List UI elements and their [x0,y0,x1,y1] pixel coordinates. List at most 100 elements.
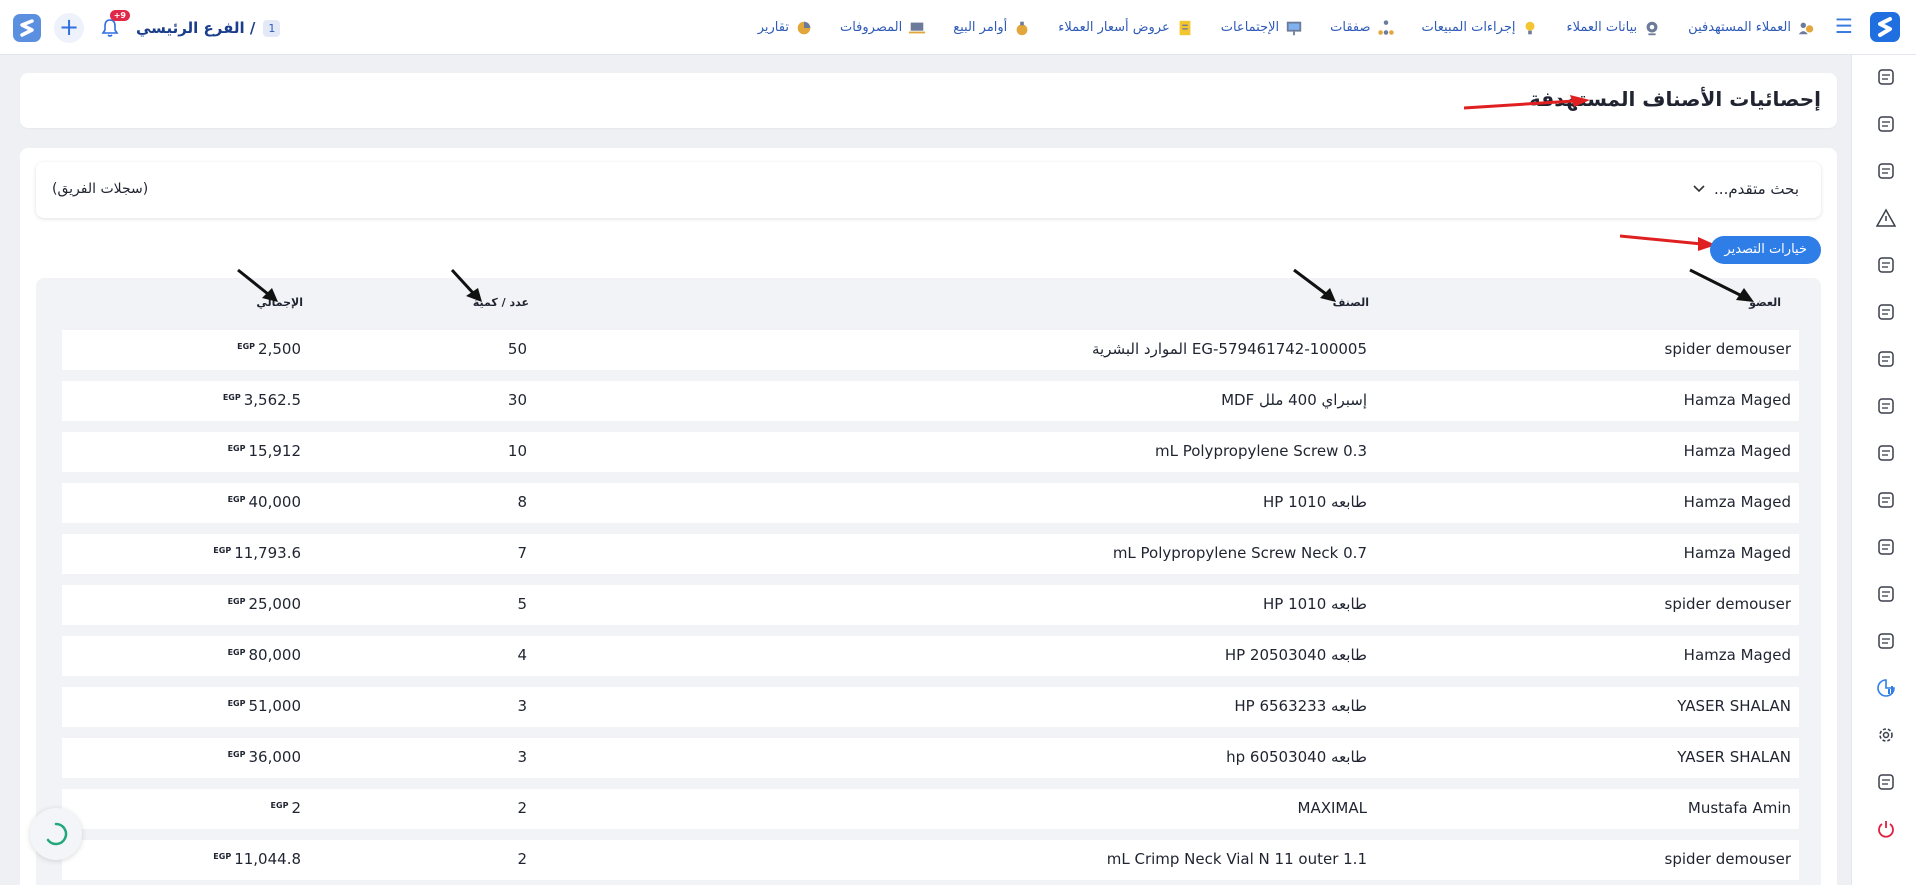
chart-triangle-icon[interactable] [1874,300,1898,324]
nav-item-webcam[interactable]: بيانات العملاء [1566,18,1662,38]
delivery-icon[interactable] [1874,441,1898,465]
chevron-down-icon [1693,185,1705,193]
app-logo-icon[interactable] [1868,10,1902,44]
support-icon[interactable] [1874,535,1898,559]
loading-spinner [30,808,82,860]
cell-qty: 5 [517,595,527,613]
notifications-button[interactable]: +9 [96,10,130,42]
annotation-arrow-icon [1463,95,1590,110]
cell-item: طابعه HP 6563233 [1234,697,1367,715]
total-value: 3,562.5 [243,391,301,409]
cell-qty: 2 [517,850,527,868]
webcam-icon [1642,18,1662,38]
nav-item-users-target[interactable]: العملاء المستهدفين [1688,18,1816,38]
currency-label: EGP [227,444,246,453]
table-row[interactable]: Hamza Maged mL Polypropylene Screw Neck 0… [62,534,1799,574]
annotation-arrow-icon [1619,234,1716,251]
table-row[interactable]: spider demouser طابعه HP 1010 5 EGP 25,000 [62,585,1799,625]
total-value: 40,000 [248,493,302,511]
app-logo-small-icon[interactable] [12,13,42,43]
cell-item: طابعه HP 1010 [1262,493,1367,511]
nav-item-label: عروض أسعار العملاء [1058,20,1170,35]
currency-label: EGP [237,342,256,351]
export-options-button[interactable]: خيارات التصدير [1710,236,1821,264]
table-row[interactable]: Hamza Maged طابعه HP 20503040 4 EGP 80,000 [62,636,1799,676]
cell-total: EGP 2,500 [237,340,301,358]
right-sidebar [1851,55,1916,885]
page-header: إحصائيات الأصناف المستهدفة [20,73,1837,128]
video-icon[interactable] [1874,253,1898,277]
boxes-icon[interactable] [1874,488,1898,512]
cell-total: EGP 36,000 [228,748,301,766]
table-row[interactable]: Hamza Maged طابعه HP 1010 8 EGP 40,000 [62,483,1799,523]
branch-selector[interactable]: الفرع الرئيسي / 1 [136,19,281,37]
table-header: العضو الصنف عدد / كمية الإجمالي [36,296,1821,318]
power-icon[interactable] [1874,817,1898,841]
cell-total: EGP 11,793.6 [213,544,301,562]
cell-total: EGP 11,044.8 [213,850,301,868]
cell-member: Hamza Maged [1683,442,1791,460]
cell-total: EGP 40,000 [228,493,301,511]
nav-item-label: العملاء المستهدفين [1688,20,1791,35]
team-logs-label: (سجلات الفريق) [52,181,149,197]
cell-item: طابعه HP 20503040 [1224,646,1367,664]
cell-qty: 10 [507,442,527,460]
total-value: 2 [291,799,301,817]
cell-member: YASER SHALAN [1677,748,1791,766]
nav-item-label: المصروفات [839,20,903,35]
cell-total: EGP 51,000 [228,697,301,715]
cell-member: Hamza Maged [1683,646,1791,664]
window-icon[interactable] [1874,770,1898,794]
nav-item-org-chart[interactable]: صفقات [1330,18,1395,38]
add-button[interactable]: + [54,13,84,43]
advanced-search-toggle[interactable]: بحث متقدم... [1692,180,1799,198]
cell-qty: 2 [517,799,527,817]
cell-total: EGP 3,562.5 [223,391,301,409]
nav-item-bulb[interactable]: إجراءات المبيعات [1422,18,1541,38]
warning-icon[interactable] [1874,206,1898,230]
nav-item-label: أوامر البيع [953,20,1008,35]
cell-item: طابعه HP 1010 [1262,595,1367,613]
pen-icon[interactable] [1874,394,1898,418]
currency-label: EGP [222,393,241,402]
cell-qty: 30 [507,391,527,409]
total-value: 2,500 [258,340,301,358]
table-row[interactable]: YASER SHALAN طابعه hp 60503040 3 EGP 36,000 [62,738,1799,778]
currency-label: EGP [213,546,232,555]
menu-icon[interactable]: ☰ [1832,14,1856,38]
money-icon[interactable] [1874,159,1898,183]
bulb-icon [1520,18,1540,38]
table-row[interactable]: spider demouser EG-579461742-100005 الموا… [62,330,1799,370]
analytics-icon[interactable] [1874,676,1898,700]
gear-icon[interactable] [1874,723,1898,747]
nav-item-money-bag[interactable]: أوامر البيع [953,18,1032,38]
file-search-icon[interactable] [1874,629,1898,653]
cell-member: Hamza Maged [1683,391,1791,409]
cell-qty: 4 [517,646,527,664]
total-value: 15,912 [248,442,302,460]
nav-item-document[interactable]: عروض أسعار العملاء [1058,18,1194,38]
file-add-icon[interactable] [1874,582,1898,606]
org-chart-icon [1376,18,1396,38]
table-row[interactable]: Mustafa Amin MAXIMAL 2 EGP 2 [62,789,1799,829]
pie-chart-icon [794,18,814,38]
nav-item-presentation[interactable]: الإجتماعات [1221,18,1304,38]
cell-member: Hamza Maged [1683,544,1791,562]
table-row[interactable]: spider demouser mL Crimp Neck Vial N 11 o… [62,840,1799,880]
table-row[interactable]: Hamza Maged إسبراي 400 ملل MDF 30 EGP 3,562.… [62,381,1799,421]
cell-item: إسبراي 400 ملل MDF [1221,391,1367,409]
team-icon[interactable] [1874,112,1898,136]
table-row[interactable]: Hamza Maged mL Polypropylene Screw 0.3 10 E… [62,432,1799,472]
settings-file-icon[interactable] [1874,65,1898,89]
nav-item-laptop[interactable]: المصروفات [840,18,927,38]
total-value: 36,000 [248,748,302,766]
nav-item-label: إجراءات المبيعات [1421,20,1516,35]
nav-item-label: بيانات العملاء [1566,20,1638,35]
cell-member: Hamza Maged [1683,493,1791,511]
total-value: 51,000 [248,697,302,715]
top-nav: العملاء المستهدفين بيانات العملاء إجراءات … [758,0,1816,55]
nav-item-pie-chart[interactable]: تقارير [758,18,814,38]
users-target-icon [1796,18,1816,38]
invoice-icon[interactable] [1874,347,1898,371]
table-row[interactable]: YASER SHALAN طابعه HP 6563233 3 EGP 51,000 [62,687,1799,727]
